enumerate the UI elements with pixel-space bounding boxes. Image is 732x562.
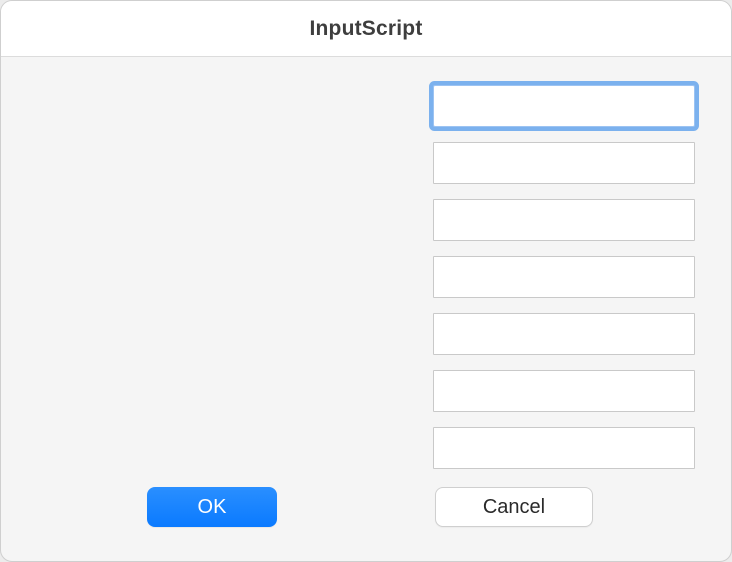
cancel-button[interactable]: Cancel: [435, 487, 593, 527]
input-field-6[interactable]: [433, 370, 695, 412]
content-area: [1, 57, 731, 481]
titlebar: InputScript: [1, 1, 731, 57]
input-field-1[interactable]: [433, 85, 695, 127]
input-field-2[interactable]: [433, 142, 695, 184]
input-field-4[interactable]: [433, 256, 695, 298]
dialog-window: InputScript OK Cancel: [0, 0, 732, 562]
input-field-7[interactable]: [433, 427, 695, 469]
window-title: InputScript: [309, 17, 422, 41]
input-field-5[interactable]: [433, 313, 695, 355]
fields-column: [433, 85, 695, 469]
ok-button[interactable]: OK: [147, 487, 277, 527]
footer: OK Cancel: [1, 481, 731, 561]
input-field-3[interactable]: [433, 199, 695, 241]
